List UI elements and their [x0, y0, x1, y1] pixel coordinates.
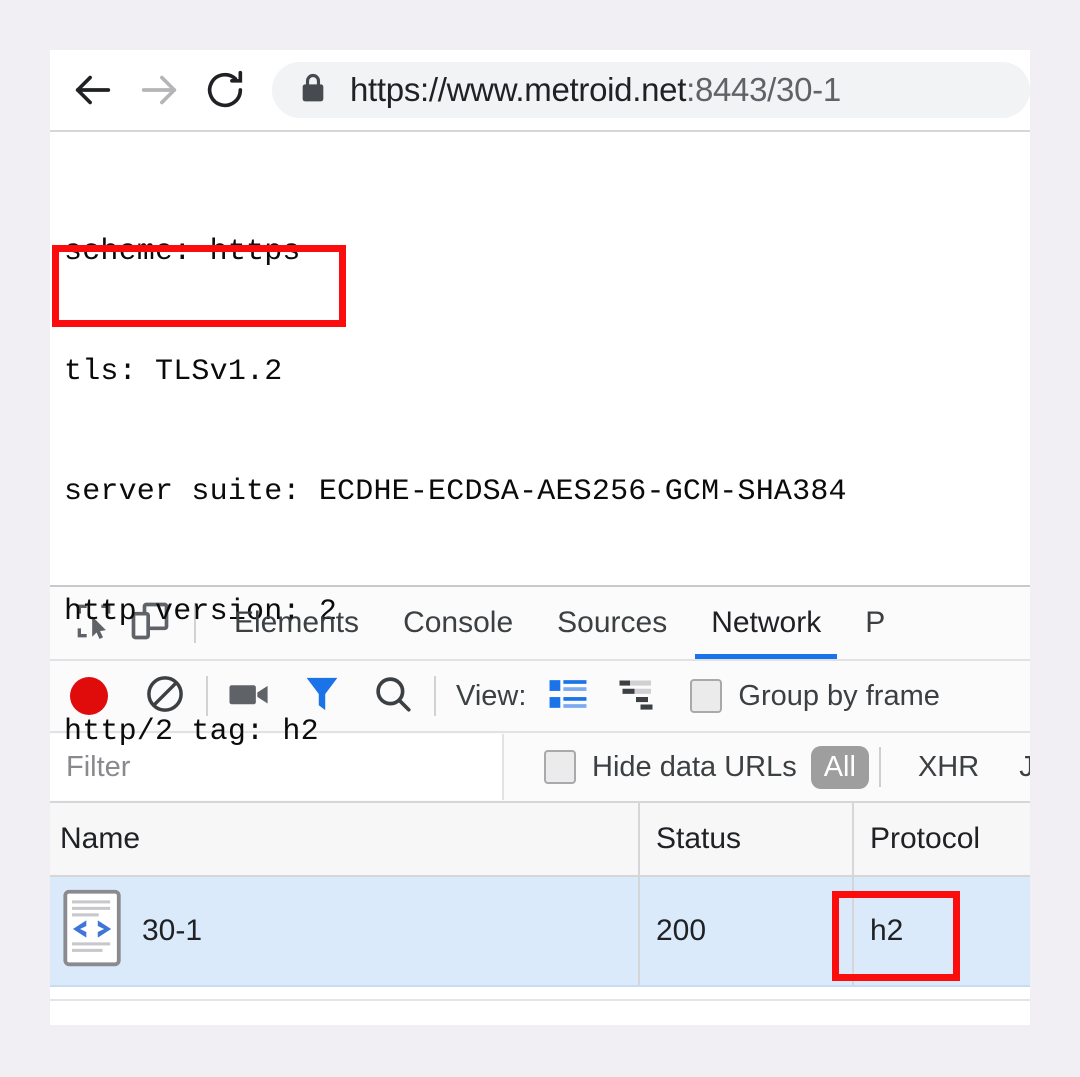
- tab-sources[interactable]: Sources: [535, 587, 689, 659]
- tab-performance[interactable]: P: [843, 587, 907, 659]
- arrow-right-icon: [136, 67, 182, 113]
- url-tail: :8443/30-1: [686, 71, 841, 108]
- tab-console[interactable]: Console: [381, 587, 535, 659]
- table-row[interactable]: 30-1 200 h2: [50, 877, 1030, 987]
- page-line-tls: tls: TLSv1.2: [64, 355, 283, 389]
- cell-name[interactable]: 30-1: [50, 877, 638, 985]
- page-line-serversuite: server suite: ECDHE-ECDSA-AES256-GCM-SHA…: [64, 475, 847, 509]
- request-protocol: h2: [870, 914, 904, 947]
- arrow-left-icon: [70, 67, 116, 113]
- table-bottom-edge: [50, 987, 1030, 1001]
- url-host: https://www.metroid.net: [350, 71, 687, 108]
- cell-status: 200: [638, 877, 852, 985]
- browser-window: https://www.metroid.net:8443/30-1 scheme…: [50, 50, 1030, 1025]
- address-bar[interactable]: https://www.metroid.net:8443/30-1: [272, 62, 1030, 118]
- back-button[interactable]: [60, 57, 126, 123]
- page-line-http2tag: http/2 tag: h2: [64, 715, 319, 749]
- page-viewport: scheme: https tls: TLSv1.2 server suite:…: [50, 132, 1030, 749]
- address-bar-url: https://www.metroid.net:8443/30-1: [350, 71, 841, 109]
- tab-elements[interactable]: Elements: [212, 587, 381, 659]
- page-line-scheme: scheme: https: [64, 235, 301, 269]
- cell-protocol: h2: [852, 877, 1028, 985]
- reload-button[interactable]: [192, 57, 258, 123]
- tab-network[interactable]: Network: [689, 587, 843, 659]
- page-plaintext-body: scheme: https tls: TLSv1.2 server suite:…: [64, 152, 1030, 832]
- forward-button[interactable]: [126, 57, 192, 123]
- request-name: 30-1: [142, 914, 203, 947]
- browser-toolbar: https://www.metroid.net:8443/30-1: [50, 50, 1030, 132]
- reload-icon: [202, 67, 248, 113]
- document-code-icon: [60, 887, 126, 976]
- request-status: 200: [656, 914, 707, 947]
- network-request-table: Name Status Protocol 30-1 200 h2: [50, 803, 1030, 1001]
- lock-icon: [298, 71, 328, 110]
